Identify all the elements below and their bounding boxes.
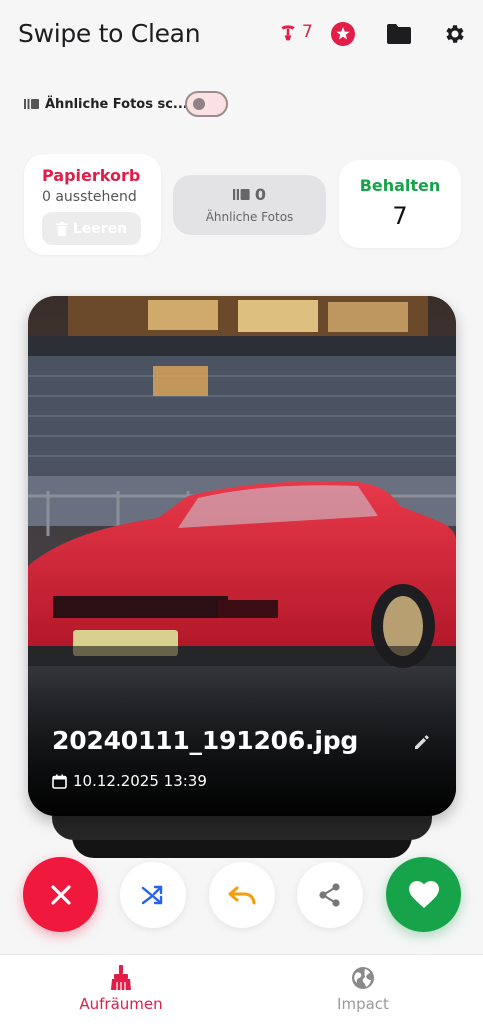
kept-count: 7 (392, 202, 408, 230)
empty-trash-button[interactable]: Leeren (42, 212, 141, 245)
shuffle-icon (141, 885, 163, 905)
kept-card: Behalten 7 (339, 160, 461, 248)
trash-pending-count: 0 ausstehend (42, 189, 137, 205)
nav-item-clean[interactable]: Aufräumen (51, 965, 191, 1013)
streak-counter[interactable]: 7 (278, 22, 313, 42)
share-button[interactable] (297, 862, 363, 928)
share-icon (319, 883, 340, 907)
app-title: Swipe to Clean (18, 19, 201, 48)
toggle-knob (193, 98, 205, 110)
broom-icon (111, 965, 131, 990)
trash-title: Papierkorb (42, 166, 141, 185)
calendar-icon (52, 774, 67, 789)
nav-item-impact[interactable]: Impact (293, 965, 433, 1013)
app-header: Swipe to Clean 7 (0, 0, 483, 70)
photo-date-row: 10.12.2025 13:39 (52, 772, 207, 790)
globe-icon (352, 967, 374, 989)
empty-trash-label: Leeren (72, 220, 128, 237)
settings-button[interactable] (442, 21, 468, 47)
heart-icon (408, 880, 439, 908)
photo-card[interactable]: 20240111_191206.jpg 10.12.2025 13:39 (28, 296, 456, 816)
folder-button[interactable] (386, 21, 412, 47)
trash-icon (55, 221, 68, 236)
photo-library-icon (24, 99, 39, 109)
similar-photos-card[interactable]: 0 Ähnliche Fotos (173, 175, 326, 235)
similar-photos-toggle[interactable] (185, 91, 228, 117)
keep-button[interactable] (386, 857, 461, 932)
photo-filename: 20240111_191206.jpg (52, 726, 359, 755)
undo-icon (228, 886, 256, 905)
trash-card[interactable]: Papierkorb 0 ausstehend Leeren (24, 154, 161, 255)
shuffle-button[interactable] (120, 862, 186, 928)
similar-photos-label: Ähnliche Fotos sc... (45, 96, 188, 112)
streak-count: 7 (302, 22, 313, 42)
broom-streak-icon (281, 25, 295, 41)
kept-title: Behalten (359, 176, 441, 195)
star-badge-button[interactable] (330, 21, 356, 47)
bottom-navigation: Aufräumen Impact (0, 954, 483, 1024)
similar-photos-card-label: Ähnliche Fotos (205, 210, 294, 224)
rename-button[interactable] (412, 732, 432, 752)
nav-label-impact: Impact (337, 995, 389, 1013)
delete-button[interactable] (23, 857, 98, 932)
undo-button[interactable] (209, 862, 275, 928)
similar-photos-count: 0 (254, 185, 267, 204)
photo-date: 10.12.2025 13:39 (73, 772, 207, 790)
folder-icon (387, 24, 411, 44)
similar-count-row: 0 (173, 185, 326, 204)
pencil-icon (415, 735, 429, 749)
star-badge-icon (331, 22, 355, 46)
similar-photos-row: Ähnliche Fotos sc... (24, 90, 188, 118)
nav-label-clean: Aufräumen (79, 995, 163, 1013)
close-icon (50, 884, 71, 905)
photo-library-icon (232, 189, 250, 200)
gear-icon (446, 25, 464, 43)
